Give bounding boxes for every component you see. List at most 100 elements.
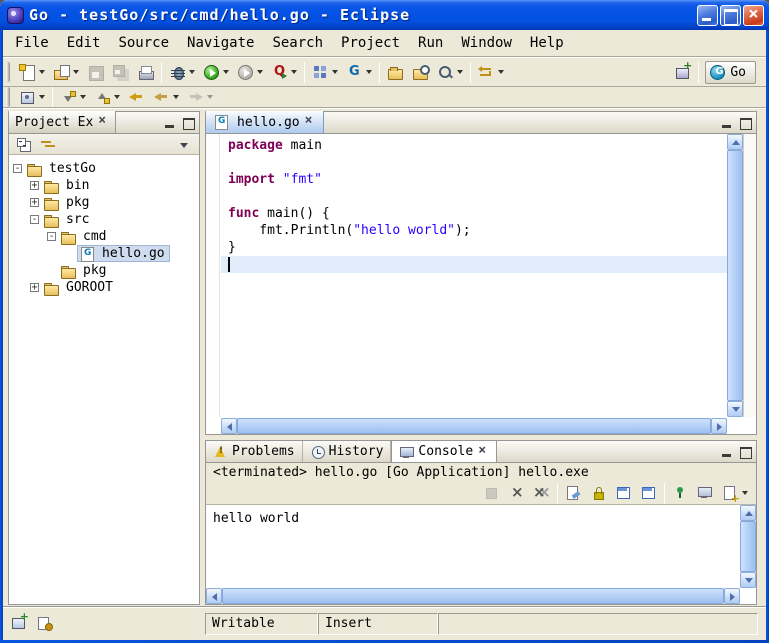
tab-project-explorer[interactable]: Project Ex xyxy=(9,111,116,133)
open-resource-button[interactable] xyxy=(409,60,432,84)
minimize-view-button[interactable] xyxy=(719,445,735,459)
close-window-button[interactable] xyxy=(743,5,764,26)
toolbar-grip[interactable] xyxy=(6,87,10,107)
collapse-toggle-icon[interactable]: - xyxy=(30,215,39,224)
menu-project[interactable]: Project xyxy=(332,32,409,54)
toolbar-grip[interactable] xyxy=(6,62,10,82)
scrollbar-thumb[interactable] xyxy=(237,418,711,434)
code-line-8[interactable] xyxy=(221,256,727,273)
dropdown-arrow-icon[interactable] xyxy=(291,70,297,74)
dropdown-arrow-icon[interactable] xyxy=(457,70,463,74)
scroll-up-button[interactable] xyxy=(727,134,743,150)
remove-all-terminated-button[interactable] xyxy=(530,481,553,505)
tree-item-pkg[interactable]: pkg xyxy=(9,262,199,279)
expand-toggle-icon[interactable]: + xyxy=(30,283,39,292)
next-annotation-button[interactable] xyxy=(57,85,89,109)
pin-console-button[interactable] xyxy=(669,481,692,505)
previous-annotation-button[interactable] xyxy=(91,85,123,109)
code-line-6[interactable]: fmt.Println("hello world"); xyxy=(221,222,727,239)
new-element-button[interactable] xyxy=(50,60,82,84)
tree-item-cmd[interactable]: -cmd xyxy=(9,228,199,245)
minimize-view-button[interactable] xyxy=(719,116,735,130)
maximize-view-button[interactable] xyxy=(737,445,753,459)
editor-vertical-scrollbar[interactable] xyxy=(727,134,743,417)
dropdown-arrow-icon[interactable] xyxy=(73,70,79,74)
dropdown-arrow-icon[interactable] xyxy=(366,70,372,74)
annotation-ruler[interactable] xyxy=(206,134,220,417)
new-go-project-button[interactable] xyxy=(309,60,341,84)
close-tab-icon[interactable] xyxy=(97,116,109,128)
code-line-3[interactable]: import "fmt" xyxy=(221,171,727,188)
title-bar[interactable]: Go - testGo/src/cmd/hello.go - Eclipse xyxy=(0,0,769,30)
tree-item-bin[interactable]: +bin xyxy=(9,177,199,194)
scroll-right-button[interactable] xyxy=(711,418,727,434)
minimize-view-button[interactable] xyxy=(162,116,178,130)
tree-item-src[interactable]: -src xyxy=(9,211,199,228)
tree-item-goroot[interactable]: +GOROOT xyxy=(9,279,199,296)
collapse-toggle-icon[interactable]: - xyxy=(13,164,22,173)
menu-help[interactable]: Help xyxy=(521,32,573,54)
new-go-element-button[interactable] xyxy=(343,60,375,84)
remove-launch-button[interactable] xyxy=(505,481,528,505)
code-line-2[interactable] xyxy=(221,154,727,171)
dropdown-arrow-icon[interactable] xyxy=(207,95,213,99)
external-tools-button[interactable] xyxy=(268,60,300,84)
status-plugin-icon[interactable] xyxy=(36,615,54,631)
tab-console[interactable]: Console xyxy=(391,440,497,462)
run-button[interactable] xyxy=(200,60,232,84)
clear-console-button[interactable] xyxy=(562,481,585,505)
dropdown-arrow-icon[interactable] xyxy=(114,95,120,99)
expand-toggle-icon[interactable]: + xyxy=(30,198,39,207)
tree-item-hello-go[interactable]: hello.go xyxy=(9,245,199,262)
console-horizontal-scrollbar[interactable] xyxy=(206,588,740,604)
menu-navigate[interactable]: Navigate xyxy=(178,32,263,54)
menu-edit[interactable]: Edit xyxy=(58,32,110,54)
tab-history[interactable]: History xyxy=(303,441,392,462)
scrollbar-thumb[interactable] xyxy=(740,521,756,572)
fast-view-button[interactable] xyxy=(11,615,29,631)
new-wizard-button[interactable] xyxy=(16,60,48,84)
collapse-toggle-icon[interactable]: - xyxy=(47,232,56,241)
tab-hello-go[interactable]: hello.go xyxy=(206,111,324,133)
open-console-button[interactable] xyxy=(719,481,751,505)
maximize-view-button[interactable] xyxy=(737,116,753,130)
scroll-left-button[interactable] xyxy=(206,588,222,604)
scroll-right-button[interactable] xyxy=(724,588,740,604)
menu-source[interactable]: Source xyxy=(109,32,178,54)
show-stdout-button[interactable] xyxy=(612,481,635,505)
dropdown-arrow-icon[interactable] xyxy=(498,70,504,74)
scroll-left-button[interactable] xyxy=(221,418,237,434)
open-type-button[interactable] xyxy=(384,60,407,84)
maximize-view-button[interactable] xyxy=(180,116,196,130)
code-line-7[interactable]: } xyxy=(221,239,727,256)
dropdown-arrow-icon[interactable] xyxy=(173,95,179,99)
dropdown-arrow-icon[interactable] xyxy=(257,70,263,74)
menu-search[interactable]: Search xyxy=(263,32,332,54)
editor-horizontal-scrollbar[interactable] xyxy=(221,418,727,434)
last-edit-location-button[interactable] xyxy=(125,85,148,109)
dropdown-arrow-icon[interactable] xyxy=(80,95,86,99)
show-stderr-button[interactable] xyxy=(637,481,660,505)
link-with-editor-button[interactable] xyxy=(37,132,60,156)
close-tab-icon[interactable] xyxy=(304,116,316,128)
go-perspective-button[interactable]: Go xyxy=(705,61,756,84)
print-button[interactable] xyxy=(134,60,157,84)
dropdown-arrow-icon[interactable] xyxy=(39,95,45,99)
dropdown-arrow-icon[interactable] xyxy=(332,70,338,74)
dropdown-arrow-icon[interactable] xyxy=(39,70,45,74)
scroll-up-button[interactable] xyxy=(740,505,756,521)
minimize-window-button[interactable] xyxy=(697,5,718,26)
team-sync-button[interactable] xyxy=(475,60,507,84)
pin-editor-button[interactable] xyxy=(16,85,48,109)
menu-file[interactable]: File xyxy=(6,32,58,54)
code-line-1[interactable]: package main xyxy=(221,137,727,154)
scroll-lock-button[interactable] xyxy=(587,481,610,505)
scrollbar-thumb[interactable] xyxy=(727,150,743,401)
code-line-5[interactable]: func main() { xyxy=(221,205,727,222)
open-perspective-button[interactable] xyxy=(671,60,694,84)
scroll-down-button[interactable] xyxy=(727,401,743,417)
scroll-down-button[interactable] xyxy=(740,572,756,588)
menu-run[interactable]: Run xyxy=(409,32,452,54)
dropdown-arrow-icon[interactable] xyxy=(742,491,748,495)
overview-ruler[interactable] xyxy=(743,134,756,417)
